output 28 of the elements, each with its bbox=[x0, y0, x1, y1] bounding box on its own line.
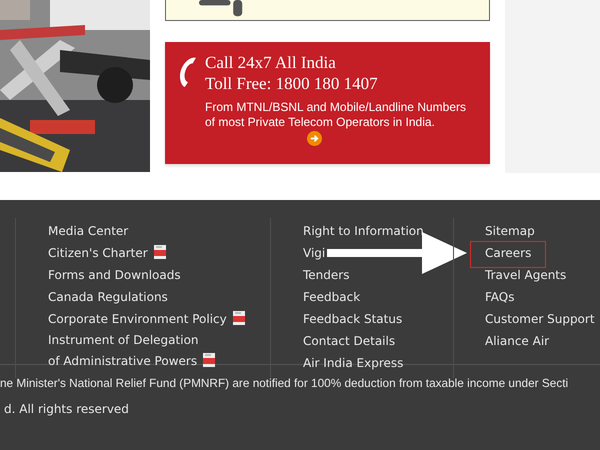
footer-link[interactable]: Media Center bbox=[48, 220, 128, 242]
notice-text: ne Minister's National Relief Fund (PMNRF) are notified for 100% deduction from taxable income under Secti bbox=[0, 375, 570, 392]
footer-link[interactable]: FAQs bbox=[485, 286, 514, 308]
footer-link[interactable]: Air India Express bbox=[303, 352, 404, 374]
copyright-text: d. All rights reserved bbox=[3, 402, 130, 416]
footer-link[interactable]: Citizen's Charter bbox=[48, 242, 166, 264]
footer-link[interactable]: Aliance Air bbox=[485, 330, 550, 352]
pdf-icon bbox=[154, 245, 166, 259]
footer-link[interactable]: Feedback Status bbox=[303, 308, 402, 330]
footer-link[interactable]: Tenders bbox=[303, 264, 350, 286]
toll-free-number: Toll Free: 1800 180 1407 bbox=[205, 73, 379, 94]
helpline-title: Call 24x7 All India bbox=[205, 52, 337, 73]
pdf-icon bbox=[232, 311, 245, 325]
footer-link[interactable]: Contact Details bbox=[303, 330, 396, 352]
arrow-right-icon[interactable] bbox=[307, 131, 322, 146]
footer-link[interactable]: Customer Support bbox=[485, 308, 595, 330]
pdf-icon bbox=[203, 353, 216, 367]
footer-link[interactable]: Feedback bbox=[303, 286, 360, 308]
footer-link[interactable]: Forms and Downloads bbox=[48, 264, 181, 286]
helpline-description: From MTNL/BSNL and Mobile/Landline Numbers of most Private Telecom Operators in India. bbox=[205, 100, 466, 129]
footer-link[interactable]: Canada Regulations bbox=[48, 286, 168, 308]
footer-link[interactable]: Travel Agents bbox=[485, 264, 566, 286]
footer-link[interactable]: Right to Information bbox=[303, 220, 424, 242]
footer-link[interactable]: Sitemap bbox=[485, 220, 535, 242]
footer-link[interactable]: Corporate Environment Policy bbox=[48, 308, 245, 330]
footer-link[interactable]: Vigi bbox=[303, 242, 326, 264]
footer-link[interactable]: Instrument of Delegation of Administrative Powers bbox=[48, 330, 223, 372]
footer-link[interactable]: Careers bbox=[471, 242, 546, 267]
